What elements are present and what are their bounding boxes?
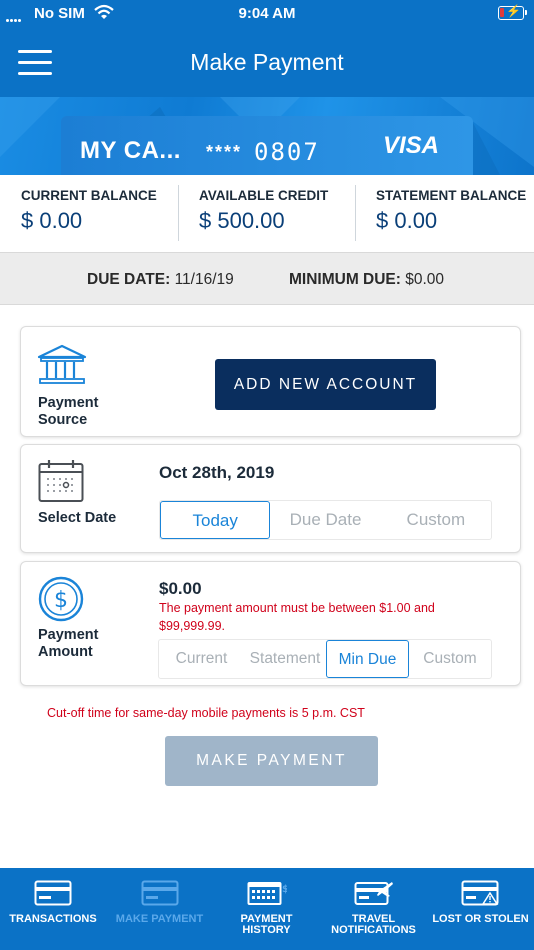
minimum-due: MINIMUM DUE: $0.00 xyxy=(289,271,444,289)
cutoff-notice: Cut-off time for same-day mobile payment… xyxy=(47,706,365,720)
balance-value: $ 0.00 xyxy=(376,208,438,233)
credit-card[interactable]: MY CA... **** 0807 VISA xyxy=(61,116,473,175)
tab-label: TRAVEL NOTIFICATIONS xyxy=(320,914,427,936)
balance-label: AVAILABLE CREDIT xyxy=(199,188,329,203)
card-icon xyxy=(141,880,179,909)
balance-label: CURRENT BALANCE xyxy=(21,188,157,203)
clock-time: 9:04 AM xyxy=(238,5,296,22)
bottom-tab-bar: TRANSACTIONS MAKE PAYMENT $ PAYMENT HISTO… xyxy=(0,868,534,950)
selected-date: Oct 28th, 2019 xyxy=(159,463,275,482)
card-alert-icon xyxy=(461,880,501,909)
tab-payment-history[interactable]: $ PAYMENT HISTORY xyxy=(213,868,320,950)
bank-icon xyxy=(37,344,87,391)
balance-value: $ 500.00 xyxy=(199,208,285,233)
status-bar: No SIM 9:04 AM ⚡ xyxy=(0,0,534,28)
card-mask: **** xyxy=(206,142,243,162)
minimum-due-label: MINIMUM DUE: xyxy=(289,271,401,288)
page-title: Make Payment xyxy=(190,49,344,75)
date-option-selector: Today Due Date Custom xyxy=(159,500,492,540)
select-date-panel: Select Date Oct 28th, 2019 Today Due Dat… xyxy=(20,444,521,553)
amount-option-statement[interactable]: Statement xyxy=(244,640,326,678)
visa-logo: VISA xyxy=(382,132,439,159)
calendar-icon xyxy=(38,459,84,508)
card-last4: 0807 xyxy=(254,138,320,166)
tab-label: TRANSACTIONS xyxy=(0,914,106,925)
add-new-account-button[interactable]: ADD NEW ACCOUNT xyxy=(215,359,436,410)
tab-label-line: LOST OR STOLEN xyxy=(432,913,529,925)
tab-travel-notifications[interactable]: TRAVEL NOTIFICATIONS xyxy=(320,868,427,950)
make-payment-button[interactable]: MAKE PAYMENT xyxy=(165,736,378,786)
dollar-circle-icon: $ xyxy=(38,576,84,627)
card-plane-icon xyxy=(354,880,394,909)
amount-error-message: The payment amount must be between $1.00… xyxy=(159,599,459,635)
card-name: MY CA... xyxy=(80,137,181,164)
minimum-due-value: $0.00 xyxy=(405,271,445,288)
label-line: Payment xyxy=(38,627,99,643)
due-info-bar: DUE DATE: 11/16/19 MINIMUM DUE: $0.00 xyxy=(0,252,534,305)
amount-option-selector: Current Statement Min Due Custom xyxy=(158,639,492,679)
current-balance: CURRENT BALANCE $ 0.00 xyxy=(0,175,178,252)
amount-option-custom[interactable]: Custom xyxy=(409,640,491,678)
tab-make-payment[interactable]: MAKE PAYMENT xyxy=(106,868,213,950)
amount-option-current[interactable]: Current xyxy=(159,640,244,678)
balance-summary: CURRENT BALANCE $ 0.00 AVAILABLE CREDIT … xyxy=(0,175,534,252)
payment-amount-label: Payment Amount xyxy=(38,627,98,661)
select-date-label: Select Date xyxy=(38,510,117,526)
date-option-today[interactable]: Today xyxy=(160,501,271,539)
payment-source-label: Payment Source xyxy=(38,395,98,429)
svg-text:$: $ xyxy=(282,884,287,895)
battery-charging-icon: ⚡ xyxy=(498,4,527,20)
payment-amount-panel: $ Payment Amount $0.00 The payment amoun… xyxy=(20,561,521,686)
payment-source-panel: Payment Source ADD NEW ACCOUNT xyxy=(20,326,521,437)
tab-label-line: NOTIFICATIONS xyxy=(331,924,416,936)
tab-label: PAYMENT HISTORY xyxy=(213,914,320,936)
balance-value: $ 0.00 xyxy=(21,208,83,233)
header-bar: No SIM 9:04 AM ⚡ Make Payment xyxy=(0,0,534,97)
amount-option-min-due[interactable]: Min Due xyxy=(326,640,409,678)
tab-label: MAKE PAYMENT xyxy=(106,914,213,925)
tab-label-line: HISTORY xyxy=(242,924,291,936)
calendar-history-icon: $ xyxy=(247,880,289,909)
tab-label-line: MAKE PAYMENT xyxy=(115,913,204,925)
label-line: Amount xyxy=(38,644,93,660)
tab-transactions[interactable]: TRANSACTIONS xyxy=(0,868,106,950)
tab-lost-or-stolen[interactable]: LOST OR STOLEN xyxy=(427,868,534,950)
error-line: $99,999.99. xyxy=(159,619,226,633)
due-date-label: DUE DATE: xyxy=(87,271,171,288)
due-date-value: 11/16/19 xyxy=(174,271,234,288)
tab-label-line: TRANSACTIONS xyxy=(9,913,97,925)
label-line: Source xyxy=(38,412,88,428)
svg-text:$: $ xyxy=(54,588,68,613)
date-option-due-date[interactable]: Due Date xyxy=(270,501,380,539)
date-option-custom[interactable]: Custom xyxy=(381,501,491,539)
label-line: Payment xyxy=(38,395,99,411)
tab-label: LOST OR STOLEN xyxy=(427,914,534,925)
due-date: DUE DATE: 11/16/19 xyxy=(87,271,234,289)
available-credit: AVAILABLE CREDIT $ 500.00 xyxy=(178,175,355,252)
error-line: The payment amount must be between $1.00… xyxy=(159,601,435,615)
balance-label: STATEMENT BALANCE xyxy=(376,188,527,203)
statement-balance: STATEMENT BALANCE $ 0.00 xyxy=(355,175,534,252)
card-icon xyxy=(34,880,72,909)
payment-amount-value[interactable]: $0.00 xyxy=(159,579,202,599)
